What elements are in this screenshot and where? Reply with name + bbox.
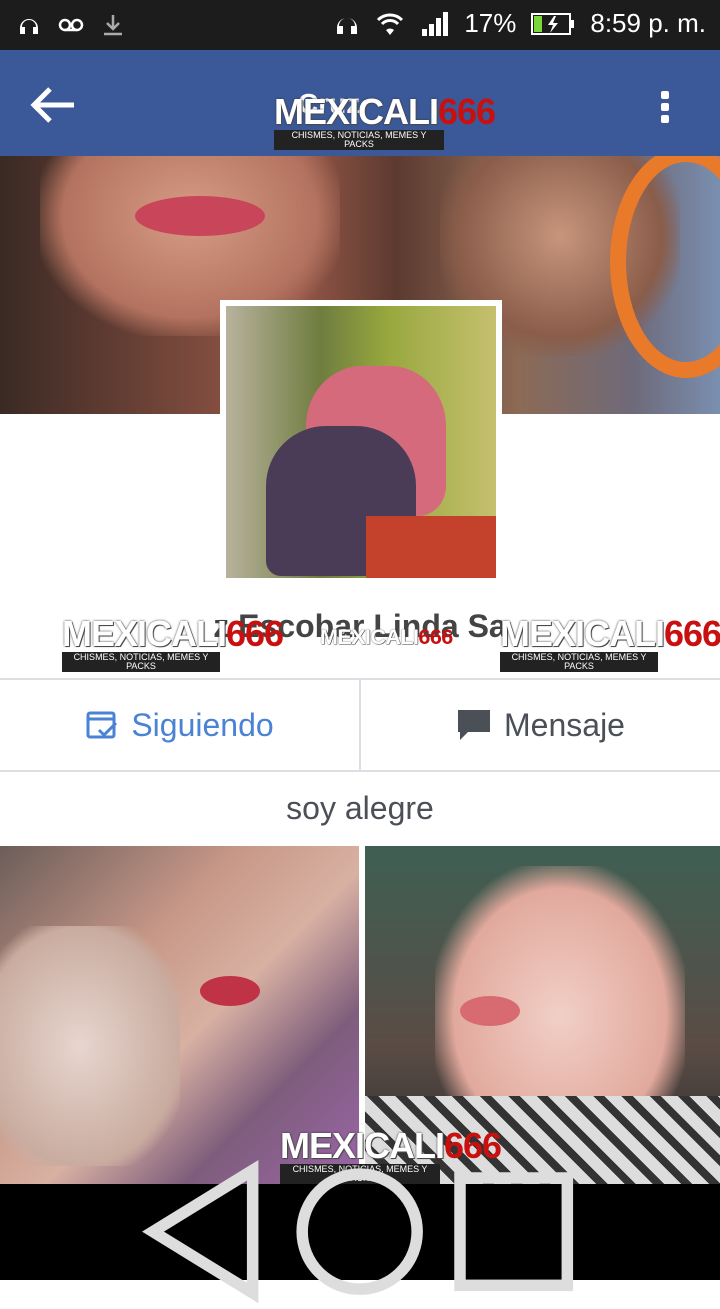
arrow-back-icon[interactable] bbox=[30, 85, 76, 125]
signal-icon bbox=[422, 11, 449, 36]
status-bar: 17% 8:59 p. m. bbox=[0, 0, 720, 50]
profile-bio: soy alegre bbox=[286, 790, 434, 826]
following-label: Siguiendo bbox=[131, 706, 274, 743]
headset-icon bbox=[20, 19, 38, 34]
recents-square-icon[interactable] bbox=[437, 1155, 590, 1308]
watermark: MEXICALI666 CHISMES, NOTICIAS, MEMES Y P… bbox=[62, 613, 284, 672]
battery-icon bbox=[531, 12, 575, 35]
profile-actions: Siguiendo Mensaje bbox=[0, 678, 720, 772]
watermark: MEXICALI666 CHISMES, NOTICIAS, MEMES Y P… bbox=[274, 91, 496, 150]
clock: 8:59 p. m. bbox=[590, 8, 706, 38]
app-bar: Cruz MEXICALI666 CHISMES, NOTICIAS, MEME… bbox=[0, 50, 720, 156]
home-circle-icon[interactable] bbox=[283, 1155, 436, 1308]
message-label: Mensaje bbox=[504, 706, 625, 743]
watermark: MEXICALI666 bbox=[320, 624, 453, 649]
following-check-icon bbox=[86, 711, 118, 739]
following-button[interactable]: Siguiendo bbox=[0, 680, 359, 770]
watermark: MEXICALI666 CHISMES, NOTICIAS, MEMES Y P… bbox=[500, 613, 720, 672]
back-triangle-icon[interactable] bbox=[130, 1155, 283, 1308]
system-nav-bar bbox=[0, 1160, 720, 1304]
voicemail-icon bbox=[58, 18, 84, 32]
profile-photo[interactable] bbox=[226, 306, 496, 578]
chat-bubble-icon bbox=[458, 710, 491, 740]
message-button[interactable]: Mensaje bbox=[359, 680, 720, 770]
more-vert-icon[interactable] bbox=[652, 88, 678, 124]
headphones-icon bbox=[337, 17, 358, 34]
battery-percent: 17% bbox=[464, 8, 517, 38]
wifi-icon bbox=[377, 13, 404, 35]
download-icon bbox=[104, 15, 122, 36]
